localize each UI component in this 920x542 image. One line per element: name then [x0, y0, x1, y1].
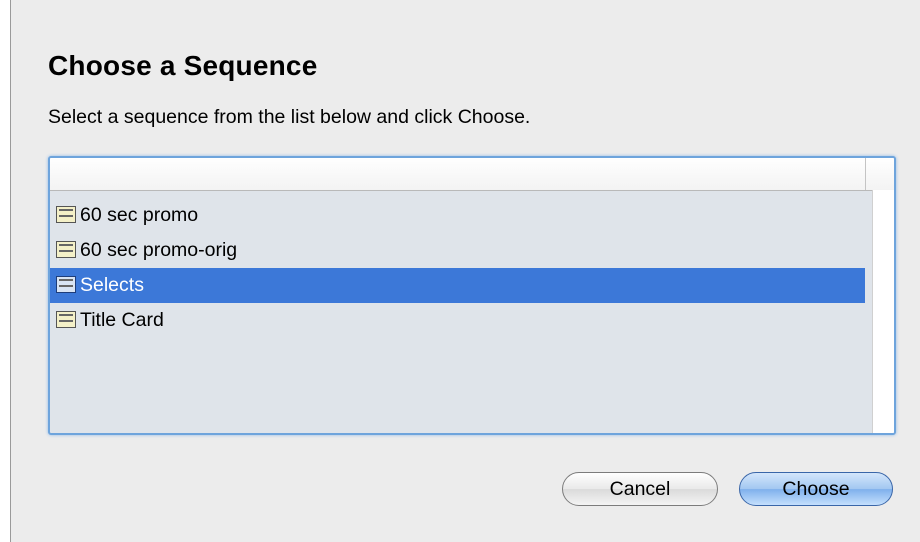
list-item-label: Selects — [80, 274, 144, 296]
dialog-instructions: Select a sequence from the list below an… — [48, 106, 531, 128]
list-item[interactable]: Title Card — [50, 303, 865, 338]
choose-button[interactable]: Choose — [739, 472, 893, 506]
list-item[interactable]: 60 sec promo — [50, 198, 865, 233]
cancel-button[interactable]: Cancel — [562, 472, 718, 506]
list-item-label: Title Card — [80, 309, 164, 331]
vertical-scrollbar[interactable] — [872, 190, 894, 433]
dialog-title: Choose a Sequence — [48, 50, 318, 81]
sequence-icon — [56, 276, 76, 293]
sequence-icon — [56, 311, 76, 328]
list-header — [50, 158, 894, 191]
list-item-label: 60 sec promo-orig — [80, 239, 238, 261]
list-column-header[interactable] — [50, 158, 866, 190]
sequence-icon — [56, 206, 76, 223]
list-item-selected[interactable]: Selects — [50, 268, 865, 303]
list-item-label: 60 sec promo — [80, 204, 199, 226]
list-item[interactable]: 60 sec promo-orig — [50, 233, 865, 268]
choose-sequence-dialog: Choose a Sequence Select a sequence from… — [10, 0, 920, 542]
list-rows: 60 sec promo 60 sec promo-orig Selects T… — [50, 198, 865, 338]
sequence-icon — [56, 241, 76, 258]
sequence-list[interactable]: 60 sec promo 60 sec promo-orig Selects T… — [48, 156, 896, 435]
